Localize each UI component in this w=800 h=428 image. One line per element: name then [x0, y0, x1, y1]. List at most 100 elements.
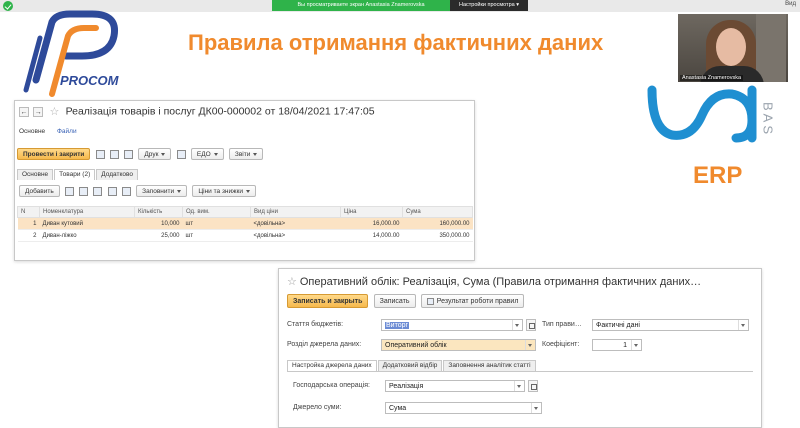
rule-form-title-text: Оперативний облік: Реалізація, Сума (Пра…: [299, 276, 702, 288]
row-price[interactable]: 16,000.00: [340, 217, 403, 230]
coefficient-label: Коефіцієнт:: [542, 341, 580, 348]
sum-source-field[interactable]: Сума: [385, 402, 542, 414]
tab-additional-filter[interactable]: Додатковий відбір: [377, 360, 443, 371]
row-number: 2: [17, 229, 40, 242]
attachment-icon[interactable]: [176, 149, 186, 159]
chevron-down-icon[interactable]: [525, 340, 535, 350]
fill-label: Заповнити: [142, 188, 175, 195]
document-tabs: Основне Товари (2) Додатково: [17, 169, 139, 180]
col-price-type[interactable]: Вид ціни: [250, 206, 341, 218]
post-icon[interactable]: [109, 149, 119, 159]
chevron-down-icon[interactable]: [512, 320, 522, 330]
forward-button[interactable]: →: [33, 106, 44, 117]
section-link-main[interactable]: Основне: [19, 128, 45, 135]
row-item[interactable]: Диван-ліжко: [39, 229, 135, 242]
tab-analytics-fill[interactable]: Заповнення аналітик статті: [443, 360, 536, 371]
source-section-field[interactable]: Оперативний облік: [381, 339, 536, 351]
rule-form-title: ☆ Оперативний облік: Реалізація, Сума (Пр…: [287, 275, 701, 288]
chevron-down-icon[interactable]: [514, 381, 524, 391]
row-qty[interactable]: 25,000: [134, 229, 183, 242]
document-title: Реалізація товарів і послуг ДК00-000002 …: [65, 105, 375, 118]
add-row-button[interactable]: Добавить: [19, 185, 60, 197]
table-row[interactable]: 1 Диван кутовий 10,000 шт <довільна> 16,…: [17, 217, 473, 230]
save-button[interactable]: Записать: [373, 294, 416, 308]
save-icon[interactable]: [95, 149, 105, 159]
shield-icon[interactable]: [3, 1, 13, 11]
row-unit[interactable]: шт: [182, 229, 251, 242]
row-price-type[interactable]: <довільна>: [250, 229, 341, 242]
operation-field[interactable]: Реалізація: [385, 380, 525, 392]
budget-item-value: Виторг: [385, 322, 410, 329]
procom-logo: [23, 10, 119, 97]
col-item[interactable]: Номенклатура: [39, 206, 135, 218]
chevron-down-icon[interactable]: [531, 403, 541, 413]
report-icon: [426, 297, 434, 305]
move-up-icon[interactable]: [79, 186, 89, 196]
rule-form-toolbar: Записать и закрыть Записать Результат ро…: [287, 294, 527, 308]
sum-source-label: Джерело суми:: [293, 404, 342, 411]
back-button[interactable]: ←: [19, 106, 29, 117]
webcam-tile[interactable]: Anastasia Znamerovska: [678, 14, 788, 82]
create-based-on-icon[interactable]: [124, 149, 134, 159]
view-options-label: Настройки просмотра: [459, 2, 515, 8]
section-link-files[interactable]: Файли: [57, 128, 77, 135]
row-item[interactable]: Диван кутовий: [39, 217, 135, 230]
webcam-person-face: [716, 28, 746, 66]
tab-main[interactable]: Основне: [17, 169, 54, 180]
rule-type-field[interactable]: Фактичні дані: [592, 319, 749, 331]
tabs-divider: [287, 371, 753, 372]
open-budget-item-icon[interactable]: [526, 319, 536, 331]
post-and-close-button[interactable]: Провести і закрити: [17, 148, 91, 160]
save-and-close-button[interactable]: Записать и закрыть: [287, 294, 369, 308]
col-price[interactable]: Ціна: [340, 206, 403, 218]
favorite-star-icon[interactable]: ☆: [287, 276, 297, 288]
bas-logo: BAS: [647, 85, 776, 143]
chevron-down-icon[interactable]: [631, 340, 641, 350]
col-sum[interactable]: Сума: [402, 206, 473, 218]
row-sum[interactable]: 350,000.00: [402, 229, 473, 242]
pick-items-icon[interactable]: [121, 186, 131, 196]
webcam-background-door: [756, 14, 786, 82]
reports-button[interactable]: Звіти: [228, 148, 264, 160]
table-row[interactable]: 2 Диван-ліжко 25,000 шт <довільна> 14,00…: [17, 229, 473, 242]
row-qty[interactable]: 10,000: [134, 217, 183, 230]
chevron-down-icon[interactable]: [738, 320, 748, 330]
chevron-down-icon: [245, 189, 250, 193]
col-unit[interactable]: Од. вим.: [182, 206, 251, 218]
document-sections: Основне Файли: [19, 128, 87, 135]
fill-button[interactable]: Заповнити: [136, 185, 188, 197]
row-price[interactable]: 14,000.00: [340, 229, 403, 242]
tab-source-settings[interactable]: Настройка джерела даних: [287, 360, 377, 371]
rule-form-window: ☆ Оперативний облік: Реалізація, Сума (Пр…: [278, 268, 762, 428]
favorite-star-icon[interactable]: ☆: [49, 105, 59, 118]
col-qty[interactable]: Кількість: [134, 206, 183, 218]
goods-table-header: N Номенклатура Кількість Од. вим. Вид ці…: [17, 206, 473, 218]
coefficient-value: 1: [623, 342, 627, 349]
row-sum[interactable]: 160,000.00: [402, 217, 473, 230]
coefficient-field[interactable]: 1: [592, 339, 642, 351]
budget-item-label: Стаття бюджетів:: [287, 321, 344, 328]
col-n[interactable]: N: [17, 206, 40, 218]
view-options-button[interactable]: Настройки просмотра ▾: [450, 0, 528, 11]
prices-discounts-label: Ціни та знижки: [198, 188, 243, 195]
row-price-type[interactable]: <довільна>: [250, 217, 341, 230]
tab-additional[interactable]: Додатково: [96, 169, 138, 180]
edo-button[interactable]: ЕДО: [190, 148, 224, 160]
barcode-icon[interactable]: [107, 186, 117, 196]
print-button[interactable]: Друк: [138, 148, 172, 160]
copy-row-icon[interactable]: [64, 186, 74, 196]
source-section-value: Оперативний облік: [385, 342, 447, 349]
row-unit[interactable]: шт: [182, 217, 251, 230]
chevron-down-icon: [177, 189, 182, 193]
prices-discounts-button[interactable]: Ціни та знижки: [192, 185, 256, 197]
view-menu[interactable]: Вид: [785, 1, 796, 7]
rule-results-button[interactable]: Результат роботи правил: [420, 294, 525, 308]
tab-goods[interactable]: Товари (2): [54, 169, 96, 180]
move-down-icon[interactable]: [93, 186, 103, 196]
procom-wordmark: PROCOM: [60, 73, 119, 88]
budget-item-field[interactable]: Виторг: [381, 319, 523, 331]
open-operation-icon[interactable]: [528, 380, 538, 392]
chevron-down-icon: [161, 152, 166, 156]
rule-type-value: Фактичні дані: [596, 322, 640, 329]
goods-table: N Номенклатура Кількість Од. вим. Вид ці…: [17, 206, 473, 242]
